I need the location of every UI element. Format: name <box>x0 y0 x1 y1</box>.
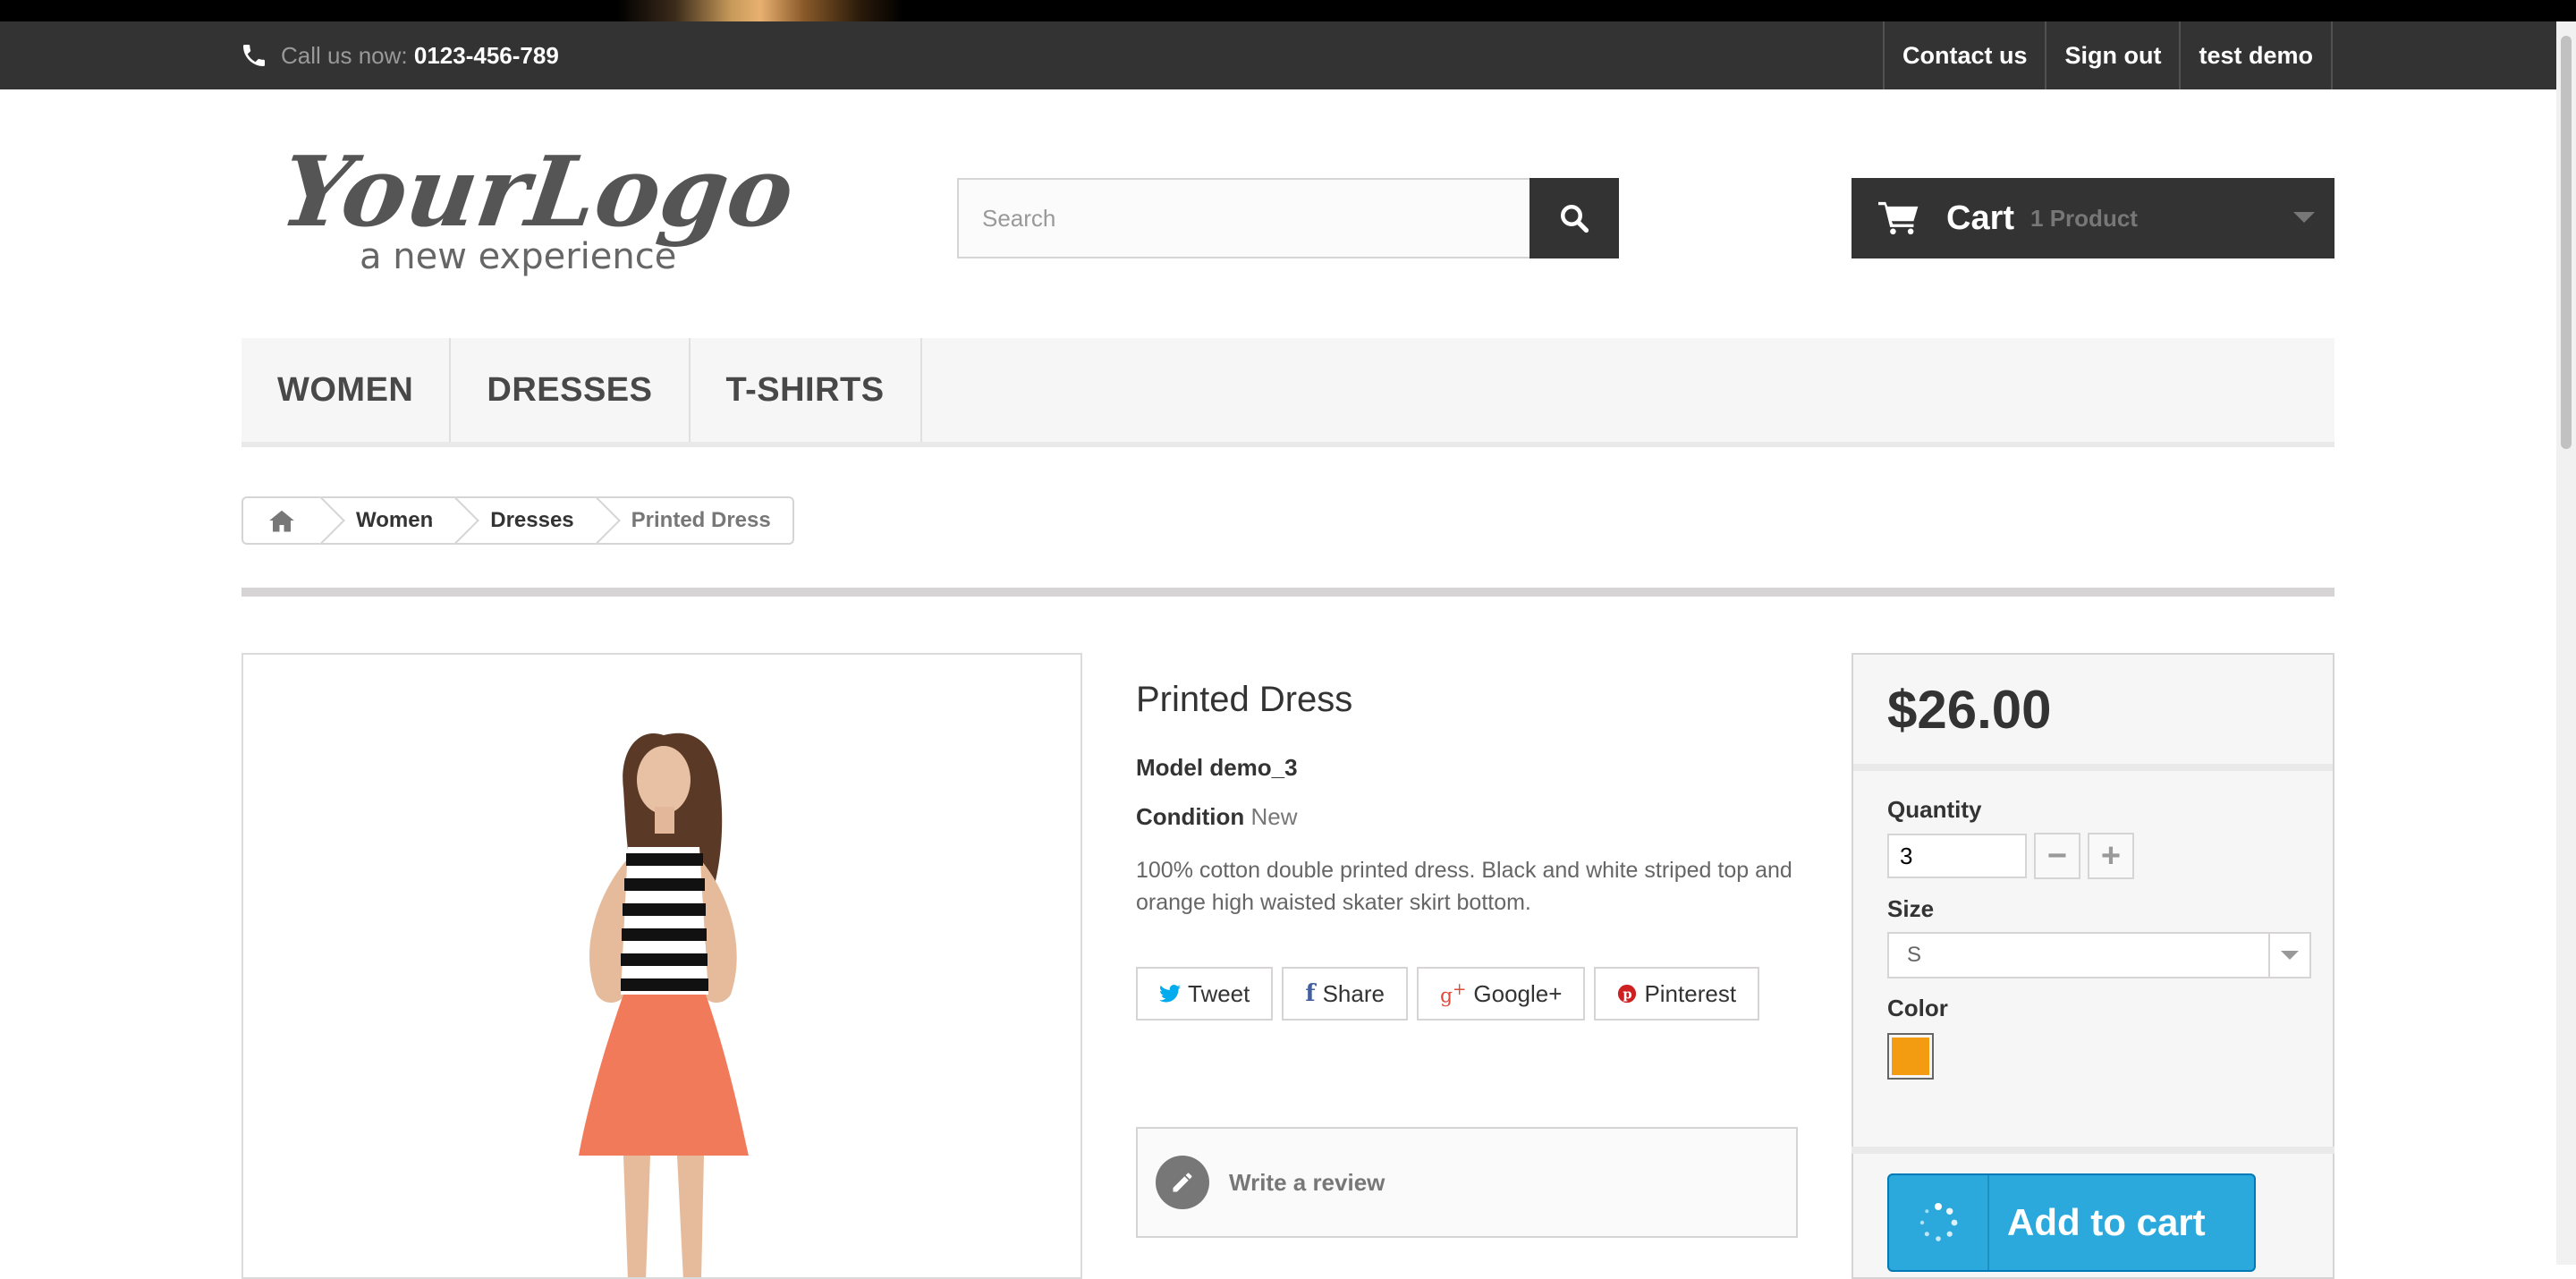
breadcrumb-current: Printed Dress <box>631 508 771 532</box>
product-info: Printed Dress Model demo_3 Condition New… <box>1136 680 1798 1021</box>
striped-top <box>621 847 708 995</box>
phone-icon <box>243 45 265 66</box>
pinterest-icon: p <box>1618 984 1637 1004</box>
quantity-decrease-button[interactable]: − <box>2034 833 2080 879</box>
price-area: $26.00 <box>1853 655 2333 771</box>
menu-item-women[interactable]: WOMEN <box>242 338 452 442</box>
share-label: Share <box>1322 979 1385 1007</box>
write-review-button[interactable]: Write a review <box>1136 1127 1798 1238</box>
model-label: Model <box>1136 754 1204 781</box>
cart-label: Cart <box>1946 199 2015 237</box>
menu-item-tshirts[interactable]: T-SHIRTS <box>691 338 922 442</box>
home-icon <box>269 510 294 532</box>
write-review-label: Write a review <box>1229 1168 1385 1196</box>
color-label: Color <box>1887 995 1948 1021</box>
cart-count: 1 Product <box>2030 204 2138 232</box>
condition-label: Condition <box>1136 803 1245 830</box>
call-us: Call us now: 0123-456-789 <box>240 21 559 89</box>
search-bar <box>957 178 1619 258</box>
plus-icon: + <box>2100 836 2122 875</box>
size-select[interactable]: S <box>1887 932 2311 978</box>
contact-us-link[interactable]: Contact us <box>1882 21 2046 89</box>
cart-button[interactable]: Cart 1 Product <box>1852 178 2334 258</box>
google-plus-icon: g+ <box>1439 979 1467 1008</box>
tweet-button[interactable]: Tweet <box>1136 967 1274 1021</box>
logo-title: YourLogo <box>284 134 794 248</box>
product-model: Model demo_3 <box>1136 754 1798 782</box>
svg-text:p: p <box>1623 987 1632 1003</box>
condition-value: New <box>1250 803 1298 830</box>
facebook-icon: f <box>1305 980 1316 1007</box>
quantity-stepper: 3 − + <box>1887 833 2299 879</box>
search-button[interactable] <box>1530 178 1619 258</box>
google-plus-label: Google+ <box>1473 979 1563 1007</box>
add-to-cart-label: Add to cart <box>2007 1201 2206 1243</box>
model-value: demo_3 <box>1209 754 1298 781</box>
breadcrumb: Women Dresses Printed Dress <box>242 496 794 545</box>
top-banner[interactable] <box>0 0 2576 21</box>
share-button[interactable]: f Share <box>1282 967 1408 1021</box>
logo-tagline: a new experience <box>360 236 676 277</box>
sign-out-link[interactable]: Sign out <box>2045 21 2179 89</box>
call-label: Call us now: <box>281 41 408 69</box>
menu-item-dresses[interactable]: DRESSES <box>451 338 691 442</box>
loading-spinner-icon <box>1889 1175 1989 1270</box>
product-title: Printed Dress <box>1136 680 1353 719</box>
quantity-increase-button[interactable]: + <box>2088 833 2134 879</box>
buy-box-separator <box>1852 1147 2334 1154</box>
main-menu: WOMEN DRESSES T-SHIRTS <box>242 338 2334 447</box>
search-input[interactable] <box>957 178 1530 258</box>
quantity-input[interactable]: 3 <box>1887 834 2027 878</box>
minus-icon: − <box>2046 836 2068 875</box>
product-photo <box>579 733 749 1277</box>
size-value: S <box>1907 943 1922 967</box>
banner-image <box>617 0 903 21</box>
quantity-label: Quantity <box>1887 796 1982 823</box>
account-link[interactable]: test demo <box>2179 21 2333 89</box>
tweet-label: Tweet <box>1188 979 1250 1007</box>
chevron-down-icon <box>2293 212 2315 223</box>
twitter-icon <box>1159 984 1181 1003</box>
color-swatch-selected[interactable] <box>1887 1033 1934 1080</box>
product-options: Quantity 3 − + Size S Color <box>1853 771 2333 1080</box>
site-logo[interactable]: YourLogo a new experience <box>284 125 794 282</box>
social-share: Tweet f Share g+ Google+ p Pinterest <box>1136 967 1798 1021</box>
product-price: $26.00 <box>1887 679 2052 740</box>
product-image[interactable] <box>242 653 1082 1279</box>
breadcrumb-home[interactable] <box>243 498 322 543</box>
product-condition: Condition New <box>1136 803 1798 831</box>
search-icon <box>1561 205 1589 233</box>
pinterest-label: Pinterest <box>1644 979 1737 1007</box>
size-label: Size <box>1887 895 1935 922</box>
google-plus-button[interactable]: g+ Google+ <box>1416 967 1586 1021</box>
page-scrollbar[interactable] <box>2556 21 2576 1265</box>
phone-number: 0123-456-789 <box>413 41 559 69</box>
product-description: 100% cotton double printed dress. Black … <box>1136 858 1792 915</box>
header-user-links: Contact us Sign out test demo <box>1882 21 2333 89</box>
pinterest-button[interactable]: p Pinterest <box>1594 967 1760 1021</box>
scrollbar-thumb[interactable] <box>2561 36 2572 449</box>
cart-icon <box>1878 201 1919 235</box>
add-to-cart-button[interactable]: Add to cart <box>1887 1173 2256 1272</box>
section-divider <box>242 588 2334 597</box>
pencil-icon <box>1156 1156 1209 1209</box>
color-swatch-orange <box>1892 1038 1929 1075</box>
chevron-down-icon <box>2268 934 2309 977</box>
